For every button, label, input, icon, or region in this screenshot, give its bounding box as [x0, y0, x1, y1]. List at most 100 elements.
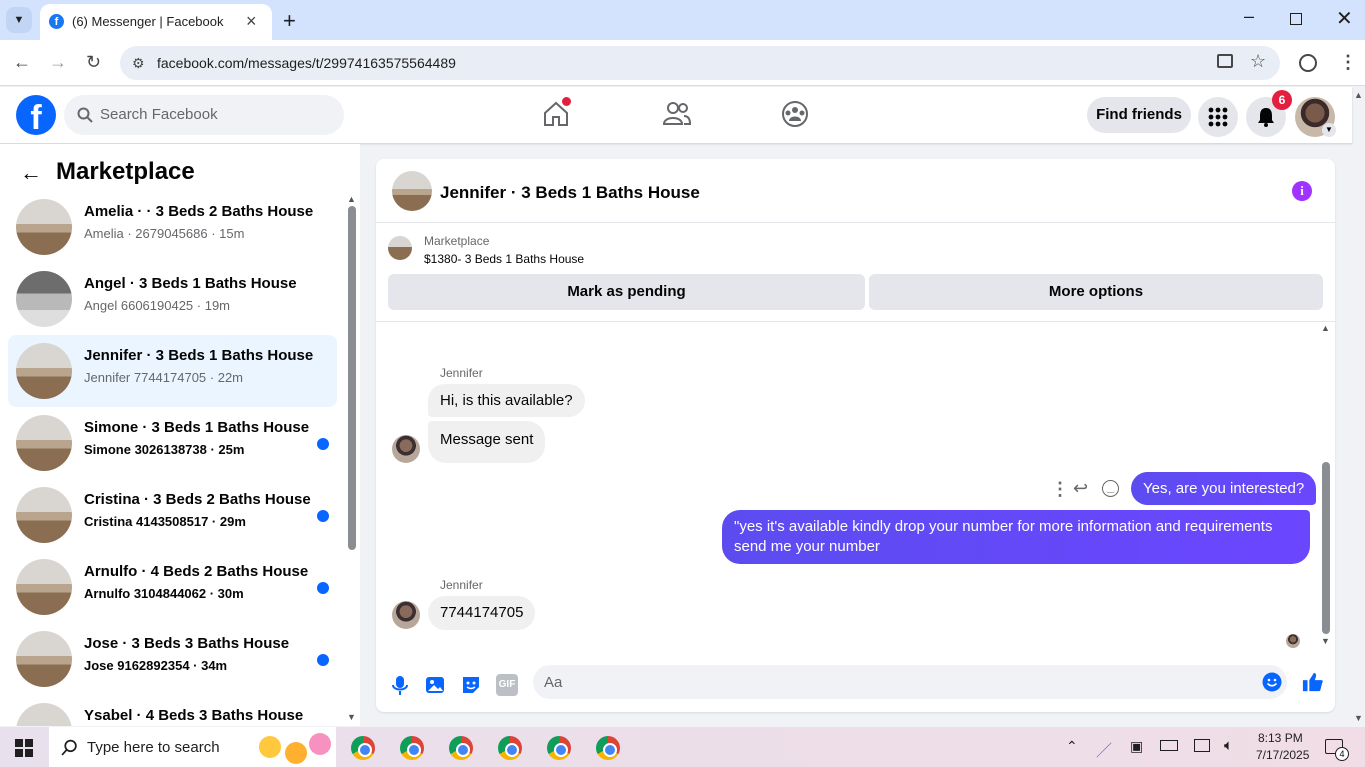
install-app-icon[interactable] [1217, 54, 1233, 68]
page-scroll-down-icon[interactable]: ▼ [1354, 713, 1363, 723]
conversation-list-scrollbar[interactable] [348, 206, 356, 550]
incoming-message[interactable]: Hi, is this available? [428, 384, 585, 417]
back-icon[interactable]: ← [13, 53, 31, 71]
close-tab-icon[interactable]: × [246, 11, 257, 32]
close-window-button[interactable]: ✕ [1336, 6, 1353, 31]
browser-tab[interactable]: f (6) Messenger | Facebook × [40, 4, 272, 40]
facebook-header: f Search Facebook Find friends 6 ▼ [0, 87, 1352, 143]
address-bar[interactable]: ⚙ facebook.com/messages/t/29974163575564… [120, 46, 1280, 80]
battery-icon[interactable] [1160, 740, 1178, 751]
conversation-preview: Jose 9162892354 · 34m [84, 658, 228, 673]
new-tab-button[interactable]: + [283, 8, 296, 34]
contact-avatar[interactable] [392, 601, 420, 629]
conversation-name: Amelia · · 3 Beds 2 Baths House [84, 203, 314, 220]
account-chevron-down-icon[interactable]: ▼ [1322, 123, 1336, 137]
mark-as-pending-button[interactable]: Mark as pending [388, 274, 865, 310]
bookmark-star-icon[interactable]: ☆ [1250, 51, 1266, 72]
maximize-button[interactable] [1290, 13, 1302, 25]
profile-icon[interactable] [1299, 54, 1317, 72]
marketplace-label: Marketplace [424, 234, 490, 248]
chat-title[interactable]: Jennifer · 3 Beds 1 Baths House [440, 183, 700, 203]
outgoing-message[interactable]: Yes, are you interested? [1131, 472, 1317, 505]
chrome-menu-icon[interactable]: ⋮ [1339, 53, 1357, 71]
windows-taskbar: Type here to search ⌃ ／ ▣ 🔈︎ 8:13 PM 7/1… [0, 727, 1365, 767]
scroll-down-icon[interactable]: ▼ [347, 712, 356, 722]
conversation-item[interactable]: Ysabel · 4 Beds 3 Baths House [8, 695, 337, 726]
taskbar-time[interactable]: 8:13 PM [1258, 731, 1303, 745]
site-info-icon[interactable]: ⚙ [132, 55, 145, 72]
chrome-taskbar-icon[interactable] [449, 736, 473, 760]
like-thumb-icon[interactable] [1302, 671, 1324, 693]
reply-icon[interactable]: ↩ [1073, 478, 1088, 499]
menu-grid-button[interactable] [1198, 97, 1238, 137]
seen-receipt-avatar [1286, 634, 1300, 648]
browser-tab-strip: ▼ f (6) Messenger | Facebook × + – ✕ [0, 0, 1365, 40]
chat-scroll-down-icon[interactable]: ▼ [1321, 636, 1330, 646]
conversation-item[interactable]: Cristina · 3 Beds 2 Baths House Cristina… [8, 479, 337, 551]
conversation-item[interactable]: Simone · 3 Beds 1 Baths House Simone 302… [8, 407, 337, 479]
chrome-taskbar-icon[interactable] [547, 736, 571, 760]
react-emoji-icon[interactable]: ‿ [1102, 480, 1119, 497]
emoji-heart-eyes-icon [309, 733, 331, 755]
chrome-taskbar-icon[interactable] [351, 736, 375, 760]
facebook-favicon-icon: f [49, 14, 64, 29]
meet-now-icon[interactable]: ▣ [1130, 738, 1143, 755]
photo-icon[interactable] [424, 674, 446, 696]
forward-icon[interactable]: → [49, 53, 67, 71]
minimize-button[interactable]: – [1244, 6, 1254, 27]
emoji-icon[interactable] [1262, 672, 1282, 692]
chrome-taskbar-icon[interactable] [596, 736, 620, 760]
windows-start-icon[interactable] [15, 739, 33, 757]
listing-thumbnail [16, 559, 72, 615]
sticker-icon[interactable] [460, 674, 482, 696]
more-options-button[interactable]: More options [869, 274, 1323, 310]
chrome-taskbar-icon[interactable] [498, 736, 522, 760]
conversation-item[interactable]: Jose · 3 Beds 3 Baths House Jose 9162892… [8, 623, 337, 695]
find-friends-button[interactable]: Find friends [1087, 97, 1191, 133]
listing-thumbnail [16, 271, 72, 327]
conversation-item[interactable]: Angel · 3 Beds 1 Baths House Angel 66061… [8, 263, 337, 335]
conversation-item[interactable]: Arnulfo · 4 Beds 2 Baths House Arnulfo 3… [8, 551, 337, 623]
search-input[interactable]: Search Facebook [64, 95, 344, 135]
listing-thumbnail [16, 199, 72, 255]
contact-avatar[interactable] [392, 435, 420, 463]
marketplace-inbox-panel: ← Marketplace Amelia · · 3 Beds 2 Baths … [0, 144, 360, 726]
gif-icon[interactable]: GIF [496, 674, 518, 696]
search-placeholder: Search Facebook [100, 106, 218, 123]
incoming-message[interactable]: Message sent [428, 421, 546, 463]
chevron-up-icon[interactable]: ⌃ [1066, 738, 1078, 755]
message-input[interactable]: Aa [533, 665, 1287, 699]
incoming-message[interactable]: 7744174705 [428, 596, 536, 630]
volume-icon[interactable]: 🔈︎ [1224, 737, 1233, 754]
microphone-icon[interactable] [389, 674, 411, 696]
taskbar-date[interactable]: 7/17/2025 [1256, 748, 1309, 762]
info-icon[interactable]: i [1292, 181, 1312, 201]
listing-mini-thumbnail[interactable] [388, 236, 412, 260]
tab-search-button[interactable]: ▼ [6, 7, 32, 33]
taskbar-search-input[interactable]: Type here to search [49, 727, 336, 767]
outgoing-message[interactable]: "yes it's available kindly drop your num… [722, 510, 1310, 564]
chat-scrollbar[interactable] [1322, 462, 1330, 634]
conversation-item-active[interactable]: Jennifer · 3 Beds 1 Baths House Jennifer… [8, 335, 337, 407]
friends-icon[interactable] [662, 99, 692, 129]
conversation-preview: Angel 6606190425 · 19m [84, 298, 231, 313]
chrome-taskbar-icon[interactable] [400, 736, 424, 760]
more-actions-icon[interactable]: ⋮ [1051, 479, 1069, 500]
back-arrow-icon[interactable]: ← [20, 160, 42, 186]
conversation-item[interactable]: Amelia · · 3 Beds 2 Baths House Amelia ·… [8, 191, 337, 263]
search-icon [61, 739, 77, 756]
pen-icon[interactable]: ／ [1096, 737, 1112, 761]
network-icon[interactable] [1194, 739, 1210, 752]
conversation-preview: Cristina 4143508517 · 29m [84, 514, 246, 529]
unread-dot [317, 438, 329, 450]
listing-price-title[interactable]: $1380- 3 Beds 1 Baths House [424, 252, 584, 266]
scroll-up-icon[interactable]: ▲ [347, 194, 356, 204]
notification-badge: 6 [1272, 90, 1292, 110]
facebook-logo-icon[interactable]: f [16, 95, 56, 137]
groups-icon[interactable] [780, 99, 810, 129]
page-scroll-up-icon[interactable]: ▲ [1354, 90, 1363, 100]
chat-scroll-up-icon[interactable]: ▲ [1321, 323, 1330, 333]
listing-avatar[interactable] [392, 171, 432, 211]
reload-icon[interactable]: ↻ [86, 53, 101, 71]
message-placeholder: Aa [544, 674, 563, 691]
